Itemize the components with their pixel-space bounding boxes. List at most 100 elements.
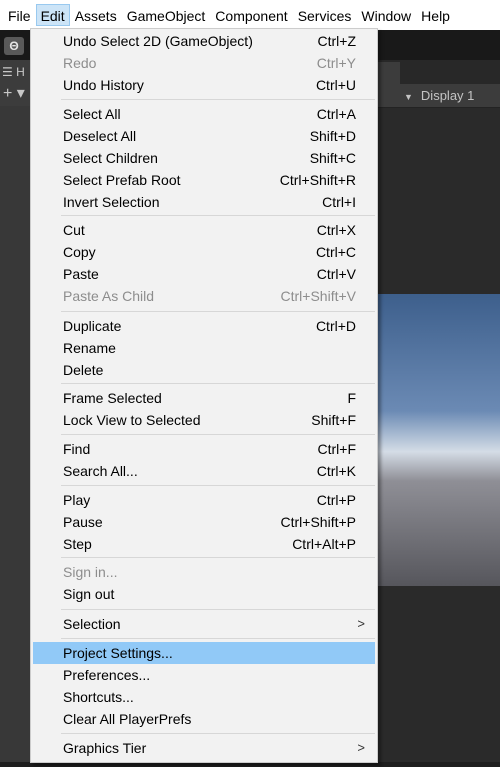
menu-item-label: Step (63, 536, 92, 552)
menu-item-invert-selection[interactable]: Invert Selection Ctrl+I (33, 191, 375, 213)
menu-item-find[interactable]: Find Ctrl+F (33, 438, 375, 460)
menu-item-shortcut: Ctrl+A (316, 106, 356, 122)
game-view-letterbox-bottom (378, 586, 500, 767)
menu-item-search-all[interactable]: Search All... Ctrl+K (33, 460, 375, 482)
menu-item-frame-selected[interactable]: Frame Selected F (33, 387, 375, 409)
menu-help[interactable]: Help (416, 4, 455, 26)
menu-item-label: Redo (63, 55, 97, 71)
menu-item-lock-view-to-selected[interactable]: Lock View to Selected Shift+F (33, 409, 375, 431)
menu-item-label: Selection (63, 616, 121, 632)
menu-item-label: Rename (63, 340, 116, 356)
menu-item-play[interactable]: Play Ctrl+P (33, 489, 375, 511)
menu-item-undo-select-2d-gameobject[interactable]: Undo Select 2D (GameObject) Ctrl+Z (33, 30, 375, 52)
menu-separator (61, 99, 375, 100)
menu-item-shortcut: Ctrl+Y (316, 55, 356, 71)
menu-item-select-children[interactable]: Select Children Shift+C (33, 147, 375, 169)
menu-item-duplicate[interactable]: Duplicate Ctrl+D (33, 315, 375, 337)
menu-item-label: Sign out (63, 586, 115, 602)
menu-edit[interactable]: Edit (35, 4, 70, 26)
display-label: Display 1 (420, 88, 475, 103)
menu-services[interactable]: Services (293, 4, 357, 26)
game-view-skybox (378, 294, 500, 586)
menu-item-shortcut: Ctrl+U (315, 77, 356, 93)
menu-item-label: Invert Selection (63, 194, 160, 210)
menu-item-label: Preferences... (63, 667, 151, 683)
menu-item-label: Play (63, 492, 91, 508)
menu-item-label: Sign in... (63, 564, 118, 580)
menu-item-redo: Redo Ctrl+Y (33, 52, 375, 74)
menu-component[interactable]: Component (210, 4, 292, 26)
menu-assets[interactable]: Assets (70, 4, 122, 26)
menu-item-shortcut: Ctrl+P (316, 492, 356, 508)
menu-item-label: Delete (63, 362, 104, 378)
menu-item-deselect-all[interactable]: Deselect All Shift+D (33, 125, 375, 147)
menu-item-paste-as-child: Paste As Child Ctrl+Shift+V (33, 285, 375, 307)
menu-item-copy[interactable]: Copy Ctrl+C (33, 241, 375, 263)
menu-item-clear-all-playerprefs[interactable]: Clear All PlayerPrefs (33, 708, 375, 730)
menu-item-sign-in: Sign in... (33, 561, 375, 583)
menu-item-shortcut: Ctrl+Shift+R (279, 172, 356, 188)
menu-window[interactable]: Window (356, 4, 416, 26)
menu-bar: File Edit Assets GameObject Component Se… (0, 0, 500, 30)
menu-separator (61, 434, 375, 435)
chevron-right-icon: > (357, 740, 365, 755)
menu-item-label: Lock View to Selected (63, 412, 201, 428)
menu-item-paste[interactable]: Paste Ctrl+V (33, 263, 375, 285)
menu-item-cut[interactable]: Cut Ctrl+X (33, 219, 375, 241)
menu-item-label: Deselect All (63, 128, 137, 144)
menu-item-shortcut: Ctrl+K (316, 463, 356, 479)
menu-item-select-prefab-root[interactable]: Select Prefab Root Ctrl+Shift+R (33, 169, 375, 191)
menu-separator (61, 485, 375, 486)
menu-item-label: Shortcuts... (63, 689, 134, 705)
menu-item-step[interactable]: Step Ctrl+Alt+P (33, 533, 375, 555)
menu-item-shortcut: Ctrl+X (316, 222, 356, 238)
menu-item-label: Select All (63, 106, 121, 122)
menu-separator (61, 383, 375, 384)
menu-item-shortcut: Ctrl+Z (317, 33, 357, 49)
dropdown-arrow-icon: ▼ (404, 92, 413, 102)
menu-item-rename[interactable]: Rename (33, 337, 375, 359)
menu-item-select-all[interactable]: Select All Ctrl+A (33, 103, 375, 125)
menu-item-label: Pause (63, 514, 103, 530)
menu-item-label: Select Children (63, 150, 158, 166)
menu-item-label: Undo History (63, 77, 144, 93)
menu-item-undo-history[interactable]: Undo History Ctrl+U (33, 74, 375, 96)
menu-item-label: Undo Select 2D (GameObject) (63, 33, 253, 49)
menu-item-pause[interactable]: Pause Ctrl+Shift+P (33, 511, 375, 533)
tab-game[interactable] (378, 62, 400, 84)
menu-item-project-settings[interactable]: Project Settings... (33, 642, 375, 664)
menu-item-graphics-tier[interactable]: Graphics Tier > (33, 737, 375, 759)
menu-item-shortcut: Ctrl+Alt+P (292, 536, 356, 552)
menu-separator (61, 733, 375, 734)
menu-separator (61, 311, 375, 312)
menu-item-shortcut: Ctrl+F (317, 441, 357, 457)
menu-item-shortcut: Ctrl+C (315, 244, 356, 260)
menu-item-shortcut: Ctrl+Shift+P (280, 514, 356, 530)
menu-separator (61, 638, 375, 639)
menu-item-shortcuts[interactable]: Shortcuts... (33, 686, 375, 708)
tab-hierarchy[interactable]: ☰ H (0, 60, 30, 84)
menu-item-selection[interactable]: Selection > (33, 613, 375, 635)
menu-item-shortcut: Shift+D (309, 128, 356, 144)
menu-item-label: Duplicate (63, 318, 122, 334)
hierarchy-panel (0, 106, 30, 767)
edit-menu-dropdown: Undo Select 2D (GameObject) Ctrl+Z Redo Ctr… (30, 28, 378, 763)
add-object-button[interactable]: + ▾ (0, 84, 30, 106)
menu-item-sign-out[interactable]: Sign out (33, 583, 375, 605)
menu-separator (61, 215, 375, 216)
menu-item-preferences[interactable]: Preferences... (33, 664, 375, 686)
menu-item-shortcut: Ctrl+I (322, 194, 356, 210)
menu-item-label: Paste (63, 266, 99, 282)
menu-item-label: Frame Selected (63, 390, 162, 406)
chevron-right-icon: > (357, 616, 365, 631)
menu-file[interactable]: File (3, 4, 36, 26)
menu-item-label: Paste As Child (63, 288, 155, 304)
menu-item-shortcut: Ctrl+V (316, 266, 356, 282)
menu-item-delete[interactable]: Delete (33, 359, 375, 381)
menu-gameobject[interactable]: GameObject (122, 4, 211, 26)
menu-item-shortcut: Shift+C (309, 150, 356, 166)
account-icon[interactable]: Θ (4, 37, 24, 55)
display-dropdown[interactable]: ▼ Display 1 (398, 84, 500, 108)
menu-item-label: Project Settings... (63, 645, 173, 661)
game-view-letterbox-top (378, 108, 500, 294)
